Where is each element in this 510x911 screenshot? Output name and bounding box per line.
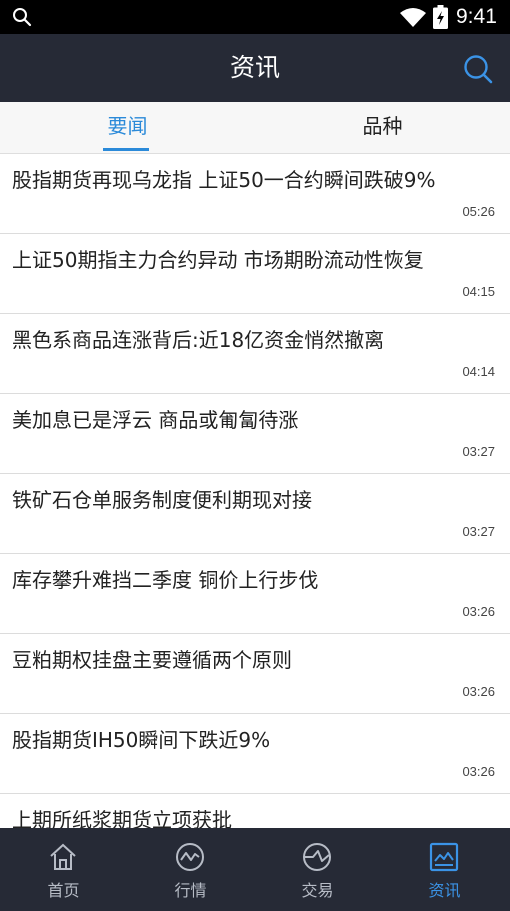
news-item[interactable]: 黑色系商品连涨背后:近18亿资金悄然撤离 04:14 bbox=[0, 314, 510, 394]
news-item[interactable]: 上证50期指主力合约异动 市场期盼流动性恢复 04:15 bbox=[0, 234, 510, 314]
news-time: 04:15 bbox=[462, 284, 495, 299]
chart-icon bbox=[176, 843, 204, 871]
status-bar: 9:41 bbox=[0, 0, 510, 34]
news-time: 05:26 bbox=[462, 204, 495, 219]
news-headline: 股指期货IH50瞬间下跌近9% bbox=[12, 728, 271, 752]
news-headline: 上证50期指主力合约异动 市场期盼流动性恢复 bbox=[12, 248, 424, 272]
search-icon[interactable] bbox=[462, 53, 494, 85]
news-headline: 豆粕期权挂盘主要遵循两个原则 bbox=[12, 648, 292, 672]
news-icon bbox=[429, 842, 459, 872]
news-time: 03:26 bbox=[462, 764, 495, 779]
search-icon bbox=[13, 8, 32, 27]
nav-trade[interactable]: 交易 bbox=[254, 828, 381, 911]
bottom-nav: 首页 行情 交易 资讯 bbox=[0, 828, 510, 911]
nav-market[interactable]: 行情 bbox=[127, 828, 254, 911]
tab-bar: 要闻 品种 bbox=[0, 102, 510, 154]
trade-icon bbox=[303, 843, 331, 871]
app-header: 资讯 bbox=[0, 34, 510, 102]
nav-home[interactable]: 首页 bbox=[0, 828, 127, 911]
news-item[interactable]: 上期所纸浆期货立项获批 bbox=[0, 794, 510, 828]
news-headline: 铁矿石仓单服务制度便利期现对接 bbox=[12, 488, 312, 512]
nav-home-label: 首页 bbox=[47, 881, 80, 900]
wifi-icon bbox=[400, 8, 426, 27]
news-time: 04:14 bbox=[462, 364, 495, 379]
news-headline: 股指期货再现乌龙指 上证50一合约瞬间跌破9% bbox=[12, 168, 436, 192]
battery-icon bbox=[433, 5, 448, 29]
nav-trade-label: 交易 bbox=[301, 881, 334, 900]
news-time: 03:27 bbox=[462, 524, 495, 539]
news-item[interactable]: 库存攀升难挡二季度 铜价上行步伐 03:26 bbox=[0, 554, 510, 634]
news-item[interactable]: 股指期货再现乌龙指 上证50一合约瞬间跌破9% 05:26 bbox=[0, 154, 510, 234]
tab-varieties[interactable]: 品种 bbox=[255, 102, 510, 153]
home-icon bbox=[50, 843, 76, 870]
status-time: 9:41 bbox=[456, 5, 497, 28]
news-item[interactable]: 股指期货IH50瞬间下跌近9% 03:26 bbox=[0, 714, 510, 794]
news-time: 03:26 bbox=[462, 604, 495, 619]
news-headline: 上期所纸浆期货立项获批 bbox=[12, 808, 232, 828]
news-headline: 黑色系商品连涨背后:近18亿资金悄然撤离 bbox=[12, 328, 385, 352]
news-headline: 美加息已是浮云 商品或匍匐待涨 bbox=[12, 408, 299, 432]
page-title: 资讯 bbox=[229, 53, 280, 82]
active-tab-indicator bbox=[103, 148, 149, 151]
news-item[interactable]: 铁矿石仓单服务制度便利期现对接 03:27 bbox=[0, 474, 510, 554]
news-time: 03:26 bbox=[462, 684, 495, 699]
news-item[interactable]: 美加息已是浮云 商品或匍匐待涨 03:27 bbox=[0, 394, 510, 474]
news-item[interactable]: 豆粕期权挂盘主要遵循两个原则 03:26 bbox=[0, 634, 510, 714]
news-time: 03:27 bbox=[462, 444, 495, 459]
news-headline: 库存攀升难挡二季度 铜价上行步伐 bbox=[12, 568, 319, 592]
tab-headlines[interactable]: 要闻 bbox=[0, 102, 255, 153]
nav-news-label: 资讯 bbox=[428, 881, 461, 900]
news-list: 股指期货再现乌龙指 上证50一合约瞬间跌破9% 05:26 上证50期指主力合约… bbox=[0, 154, 510, 828]
nav-market-label: 行情 bbox=[174, 881, 207, 900]
nav-news[interactable]: 资讯 bbox=[381, 828, 508, 911]
